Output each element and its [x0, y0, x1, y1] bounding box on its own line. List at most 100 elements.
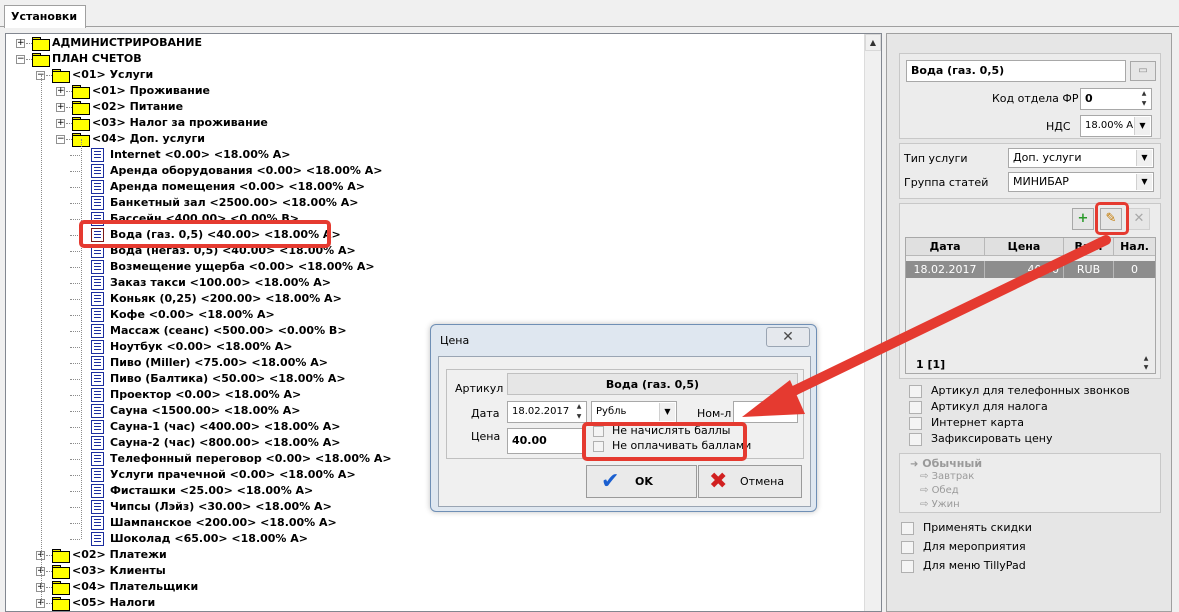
- nom-label: Ном-л: [697, 407, 732, 420]
- tree-connector: [70, 443, 80, 444]
- chevron-down-icon[interactable]: ▼: [1134, 117, 1150, 135]
- dept-code-field[interactable]: 0 ▲ ▼: [1080, 88, 1152, 110]
- tree-item-label: Заказ такси <100.00> <18.00% A>: [110, 276, 331, 289]
- ok-label: OK: [635, 475, 653, 488]
- folder-icon: [52, 565, 70, 579]
- chevron-down-icon[interactable]: ▼: [659, 403, 675, 421]
- tree-connector: [70, 299, 80, 300]
- grid-cell-currency[interactable]: RUB: [1064, 261, 1114, 278]
- tree-connector: [70, 331, 80, 332]
- grid-header-date[interactable]: Дата: [906, 238, 985, 256]
- meal-item-lunch[interactable]: ⇨ Обед: [920, 485, 959, 496]
- grid-header-tax[interactable]: Нал.: [1114, 238, 1155, 256]
- article-name-field[interactable]: Вода (газ. 0,5): [906, 60, 1126, 82]
- dept-code-spinner[interactable]: ▲ ▼: [1138, 89, 1150, 109]
- service-type-select[interactable]: Доп. услуги ▼: [1008, 148, 1154, 168]
- tree-item-label: Фисташки <25.00> <18.00% A>: [110, 484, 314, 497]
- date-field[interactable]: 18.02.2017 ▲ ▼: [507, 401, 587, 423]
- expand-icon[interactable]: +: [56, 103, 65, 112]
- tree-item-label: Шампанское <200.00> <18.00% A>: [110, 516, 337, 529]
- tree-connector: [70, 475, 80, 476]
- highlight-frame-tree-item: [79, 220, 331, 248]
- dialog-title: Цена: [440, 334, 470, 347]
- folder-icon: [72, 101, 90, 115]
- close-icon[interactable]: ✕: [766, 327, 810, 347]
- tree-guide-line: [41, 75, 42, 603]
- tree-scrollbar[interactable]: ▲: [864, 34, 881, 611]
- grid-header-price[interactable]: Цена: [985, 238, 1064, 256]
- option-checkbox[interactable]: [901, 522, 914, 535]
- document-icon: [91, 452, 104, 466]
- cancel-button[interactable]: ✖ Отмена: [698, 465, 802, 498]
- currency-select[interactable]: Рубль ▼: [591, 401, 677, 423]
- price-dialog: Цена ✕ Артикул Вода (газ. 0,5) Дата 18.0…: [430, 324, 817, 512]
- meal-group: ➜ Обычный ⇨ Завтрак ⇨ Обед ⇨ Ужин: [899, 453, 1161, 513]
- tree-connector: [70, 427, 80, 428]
- grid-header-currency[interactable]: Вал.: [1064, 238, 1114, 256]
- option-checkbox[interactable]: [901, 560, 914, 573]
- flag-checkbox[interactable]: [909, 401, 922, 414]
- meal-header: ➜ Обычный: [910, 457, 982, 470]
- flag-checkbox[interactable]: [909, 417, 922, 430]
- grid-cell-price[interactable]: 40.00: [985, 261, 1064, 278]
- meal-item-breakfast[interactable]: ⇨ Завтрак: [920, 471, 974, 482]
- document-icon: [91, 260, 104, 274]
- tag-icon[interactable]: ▭: [1130, 61, 1156, 81]
- nom-field[interactable]: [733, 401, 798, 423]
- document-icon: [91, 148, 104, 162]
- tree-connector: [70, 523, 80, 524]
- grid-record-spinner[interactable]: ▲ ▼: [1139, 354, 1153, 372]
- tab-strip: Установки: [0, 0, 1179, 28]
- document-icon: [91, 276, 104, 290]
- chart-of-accounts-tree[interactable]: + АДМИНИСТРИРОВАНИЕ − ПЛАН СЧЕТОВ − <01> Услу…: [5, 33, 882, 612]
- tab-settings[interactable]: Установки: [4, 5, 87, 28]
- meal-item-dinner[interactable]: ⇨ Ужин: [920, 499, 960, 510]
- add-icon[interactable]: +: [1072, 208, 1094, 230]
- expand-icon[interactable]: +: [16, 39, 25, 48]
- vat-select[interactable]: 18.00% A ▼: [1080, 115, 1152, 137]
- article-header-group: Вода (газ. 0,5) ▭ Код отдела ФР 0 ▲ ▼ НДС…: [899, 53, 1161, 139]
- service-type-group: Тип услуги Доп. услуги ▼ Группа статей М…: [899, 143, 1161, 199]
- expand-icon[interactable]: +: [56, 87, 65, 96]
- highlight-frame-dialog-checkboxes: [582, 422, 747, 461]
- scroll-up-button[interactable]: ▲: [865, 34, 881, 51]
- flag-checkbox[interactable]: [909, 433, 922, 446]
- delete-icon[interactable]: ✕: [1128, 208, 1150, 230]
- folder-icon: [32, 53, 50, 67]
- tree-item-label: Сауна <1500.00> <18.00% A>: [110, 404, 301, 417]
- tree-guide-line: [81, 139, 82, 539]
- document-icon: [91, 436, 104, 450]
- grid-cell-tax[interactable]: 0: [1114, 261, 1155, 278]
- document-icon: [91, 308, 104, 322]
- collapse-icon[interactable]: −: [56, 135, 65, 144]
- flag-label: Интернет карта: [931, 416, 1024, 429]
- article-label: Артикул: [455, 382, 504, 395]
- check-icon: ✔: [601, 469, 620, 494]
- tree-connector: [70, 411, 80, 412]
- tree-connector: [70, 347, 80, 348]
- price-field[interactable]: 40.00: [507, 428, 585, 454]
- ok-button[interactable]: ✔ OK: [586, 465, 697, 498]
- grid-cell-date[interactable]: 18.02.2017: [906, 261, 985, 278]
- folder-icon: [72, 117, 90, 131]
- date-spinner[interactable]: ▲ ▼: [573, 402, 585, 422]
- option-checkbox[interactable]: [901, 541, 914, 554]
- tree-connector: [70, 203, 80, 204]
- folder-icon: [52, 549, 70, 563]
- prices-grid[interactable]: Дата Цена Вал. Нал. 18.02.2017 40.00 RUB…: [905, 237, 1156, 374]
- chevron-down-icon[interactable]: ▼: [1136, 174, 1152, 190]
- flag-checkbox[interactable]: [909, 385, 922, 398]
- tree-connector: [70, 315, 80, 316]
- collapse-icon[interactable]: −: [16, 55, 25, 64]
- tree-item-label: Банкетный зал <2500.00> <18.00% A>: [110, 196, 359, 209]
- group-value: МИНИБАР: [1013, 175, 1069, 188]
- group-select[interactable]: МИНИБАР ▼: [1008, 172, 1154, 192]
- chevron-down-icon[interactable]: ▼: [1136, 150, 1152, 166]
- currency-value: Рубль: [596, 406, 627, 417]
- document-icon: [91, 516, 104, 530]
- tree-item-label: Аренда оборудования <0.00> <18.00% A>: [110, 164, 383, 177]
- document-icon: [91, 324, 104, 338]
- tree-item-label: Возмещение ущерба <0.00> <18.00% A>: [110, 260, 375, 273]
- tree-connector: [70, 507, 80, 508]
- expand-icon[interactable]: +: [56, 119, 65, 128]
